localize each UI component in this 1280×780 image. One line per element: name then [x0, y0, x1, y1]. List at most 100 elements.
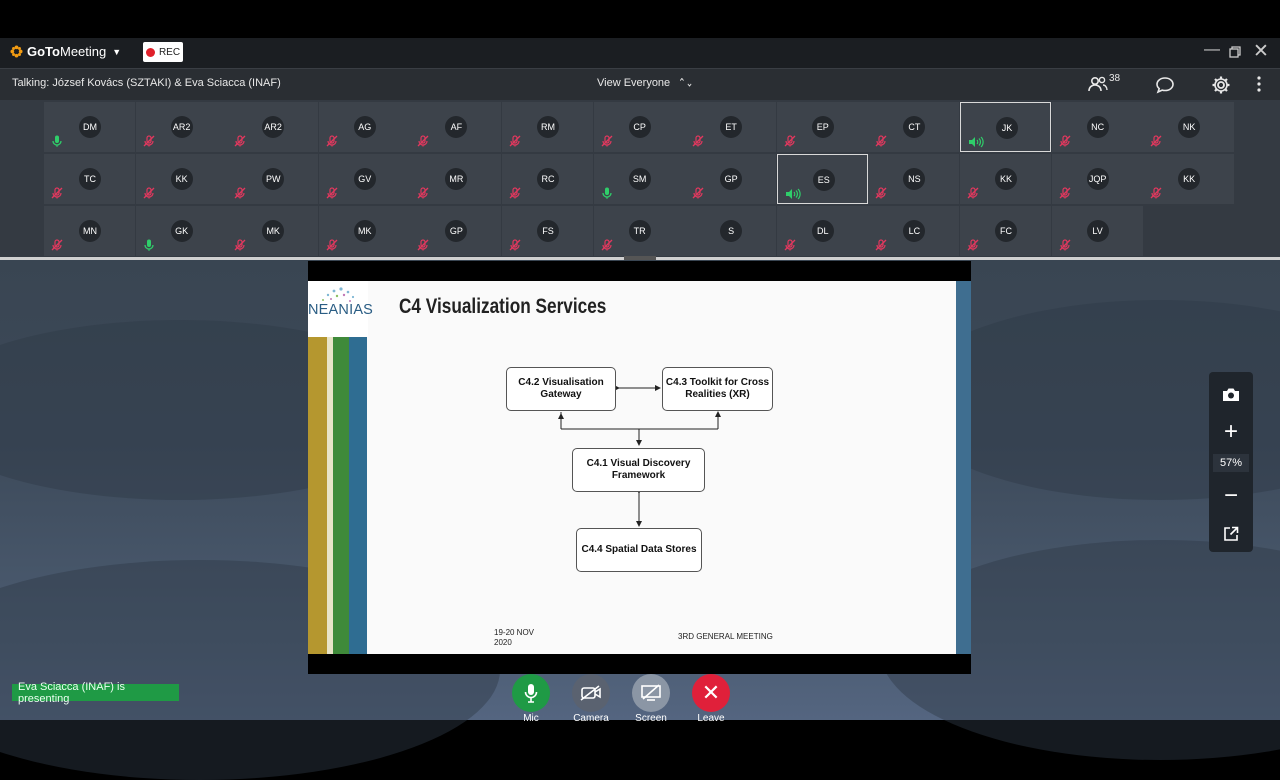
participant-initials: KK — [1178, 167, 1201, 190]
participant-tile[interactable]: DM — [44, 102, 135, 152]
mic-muted-icon — [234, 135, 246, 147]
view-selector[interactable]: View Everyone ⌃⌄ — [597, 76, 693, 89]
participant-initials: S — [720, 219, 743, 242]
participant-initials: SM — [628, 167, 651, 190]
mic-muted-icon — [51, 238, 63, 251]
participant-tile[interactable]: ET — [685, 102, 777, 152]
screen-button[interactable] — [632, 674, 670, 712]
zoom-out-button[interactable]: − — [1217, 482, 1245, 510]
mic-muted-icon — [875, 135, 887, 147]
participant-tile[interactable]: NC — [1051, 102, 1143, 152]
camera-button[interactable] — [572, 674, 610, 712]
mic-muted-icon — [784, 135, 796, 147]
participant-initials: AF — [445, 116, 468, 138]
app-name-goto: GoTo — [27, 44, 60, 59]
participant-tile[interactable]: GV — [318, 153, 410, 204]
participant-tile[interactable]: JQP — [1051, 153, 1143, 204]
participant-tile[interactable]: CT — [868, 102, 960, 152]
participant-initials: GK — [170, 219, 193, 242]
recording-badge[interactable]: REC — [143, 42, 183, 62]
leave-button[interactable]: ✕ — [692, 674, 730, 712]
participant-initials: AR2 — [262, 116, 285, 138]
snapshot-button[interactable] — [1217, 380, 1245, 408]
participant-initials: GP — [720, 167, 743, 190]
participant-initials: MK — [262, 219, 285, 242]
camera-off-icon — [580, 685, 601, 701]
participant-initials: LC — [903, 219, 926, 242]
record-dot-icon — [145, 47, 155, 57]
participant-tile[interactable]: KK — [960, 153, 1051, 204]
app-menu[interactable]: GoTo Meeting ▼ — [10, 44, 121, 59]
participant-tile[interactable]: GK — [135, 205, 227, 256]
participant-tile[interactable]: RC — [502, 153, 593, 204]
settings-gear-icon[interactable] — [1211, 75, 1231, 95]
leave-x-icon: ✕ — [701, 680, 721, 705]
speaker-active-icon — [969, 136, 984, 148]
participant-initials: TR — [628, 219, 651, 242]
participant-tile[interactable]: AF — [410, 102, 502, 152]
participant-initials: MN — [79, 219, 101, 242]
speaker-active-icon — [785, 188, 801, 200]
participant-tile[interactable]: RM — [502, 102, 593, 152]
participant-tile[interactable]: FC — [960, 205, 1051, 256]
participant-tile[interactable]: AR2 — [227, 102, 319, 152]
participant-initials: TC — [79, 167, 101, 190]
mic-on-icon — [52, 135, 62, 147]
participant-tile[interactable]: KK — [135, 153, 227, 204]
gotomeeting-logo-icon — [10, 45, 23, 58]
participant-tile[interactable]: TC — [44, 153, 135, 204]
participant-tile[interactable]: DL — [776, 205, 868, 256]
camera-snapshot-icon — [1223, 388, 1239, 401]
leave-label: Leave — [697, 713, 725, 724]
participant-grid: DM AR2 AR2 AG AF RM CP ET EP CT JK NC NK TC KK PW GV MR RC… — [0, 100, 1280, 257]
participant-initials: KK — [995, 167, 1017, 190]
camera-label: Camera — [573, 713, 609, 724]
participant-tile[interactable]: CP — [593, 102, 685, 152]
participant-tile[interactable]: ES — [776, 153, 868, 204]
participant-tile[interactable]: AG — [318, 102, 410, 152]
rec-label: REC — [158, 46, 181, 58]
participant-tile[interactable]: FS — [502, 205, 593, 256]
info-bar: Talking: József Kovács (SZTAKI) & Eva Sc… — [0, 68, 1280, 100]
participant-tile[interactable]: MN — [44, 205, 135, 256]
participant-tile[interactable]: MR — [410, 153, 502, 204]
participant-count: 38 — [1109, 73, 1121, 84]
mic-on-icon — [143, 239, 154, 251]
participant-tile[interactable]: AR2 — [135, 102, 227, 152]
participant-initials: FC — [995, 219, 1017, 242]
close-icon[interactable]: ✕ — [1253, 40, 1269, 63]
participant-tile[interactable]: PW — [227, 153, 319, 204]
chat-icon[interactable] — [1155, 76, 1175, 94]
participant-tile[interactable]: SM — [593, 153, 685, 204]
pop-out-button[interactable] — [1217, 520, 1245, 548]
mic-button[interactable] — [512, 674, 550, 712]
mic-muted-icon — [601, 135, 613, 147]
participants-icon[interactable] — [1088, 76, 1108, 92]
participant-initials: JQP — [1086, 167, 1109, 190]
participant-initials: CP — [628, 116, 651, 138]
mic-muted-icon — [967, 238, 979, 251]
participant-tile[interactable]: GP — [410, 205, 502, 256]
participant-tile[interactable]: NS — [868, 153, 960, 204]
participant-tile[interactable]: TR — [593, 205, 685, 256]
participant-tile[interactable]: EP — [776, 102, 868, 152]
app-name-meeting: Meeting — [59, 44, 107, 59]
restore-icon[interactable] — [1229, 46, 1241, 58]
participant-tile[interactable]: MK — [227, 205, 319, 256]
mic-muted-icon — [234, 187, 246, 199]
participant-tile[interactable]: GP — [685, 153, 777, 204]
mic-muted-icon — [1150, 135, 1162, 147]
microphone-icon — [524, 684, 538, 703]
minimize-icon[interactable]: — — [1204, 41, 1220, 59]
zoom-in-button[interactable]: + — [1217, 418, 1245, 446]
participant-tile[interactable]: JK — [960, 102, 1051, 152]
participant-tile[interactable]: NK — [1143, 102, 1235, 152]
participant-initials: GV — [353, 167, 376, 190]
participant-tile[interactable]: KK — [1143, 153, 1235, 204]
participant-tile[interactable]: LV — [1051, 205, 1143, 256]
participant-tile[interactable]: LC — [868, 205, 960, 256]
mic-muted-icon — [326, 238, 338, 251]
more-options-icon[interactable] — [1257, 76, 1261, 92]
participant-tile[interactable]: S — [685, 205, 777, 256]
participant-tile[interactable]: MK — [318, 205, 410, 256]
